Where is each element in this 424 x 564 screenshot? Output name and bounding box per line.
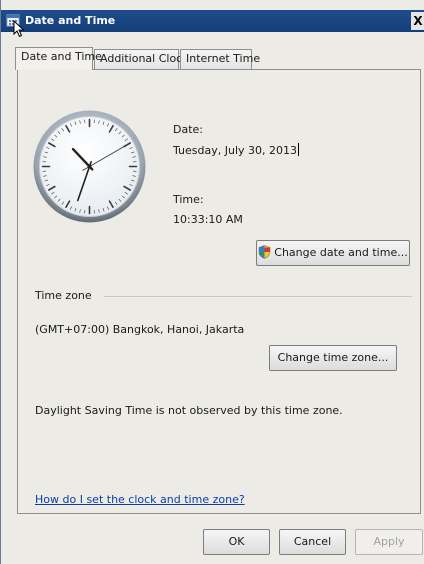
change-time-zone-button[interactable]: Change time zone...	[269, 345, 397, 371]
ok-button[interactable]: OK	[203, 529, 270, 555]
text-cursor	[298, 143, 300, 156]
date-value-text: Tuesday, July 30, 2013	[173, 144, 298, 157]
cancel-button[interactable]: Cancel	[279, 529, 346, 555]
time-zone-group-label: Time zone	[35, 289, 92, 302]
time-zone-divider	[104, 296, 412, 297]
analog-clock	[32, 109, 147, 224]
time-value: 10:33:10 AM	[173, 213, 243, 226]
close-button[interactable]: X	[411, 12, 424, 30]
apply-button: Apply	[355, 529, 423, 555]
date-label: Date:	[173, 123, 203, 136]
tab-additional-clocks[interactable]: Additional Clocks	[94, 49, 194, 69]
dst-note: Daylight Saving Time is not observed by …	[35, 404, 343, 417]
tab-internet-time[interactable]: Internet Time	[180, 49, 260, 69]
change-date-and-time-label: Change date and time...	[274, 246, 408, 259]
change-date-and-time-button[interactable]: Change date and time...	[256, 240, 410, 266]
date-time-panel: Date: Tuesday, July 30, 2013 Time: 10:33…	[17, 69, 421, 514]
date-time-dialog: Date and Time X Date and Time Additional…	[0, 0, 424, 564]
help-link[interactable]: How do I set the clock and time zone?	[35, 493, 245, 506]
date-value: Tuesday, July 30, 2013	[173, 143, 300, 157]
tab-date-and-time[interactable]: Date and Time	[15, 47, 102, 70]
time-zone-value: (GMT+07:00) Bangkok, Hanoi, Jakarta	[35, 323, 245, 336]
time-label: Time:	[173, 193, 204, 206]
uac-shield-icon	[258, 244, 271, 268]
window-title: Date and Time	[25, 14, 116, 27]
mouse-pointer-icon	[13, 19, 25, 41]
title-bar[interactable]: Date and Time X	[1, 10, 424, 38]
